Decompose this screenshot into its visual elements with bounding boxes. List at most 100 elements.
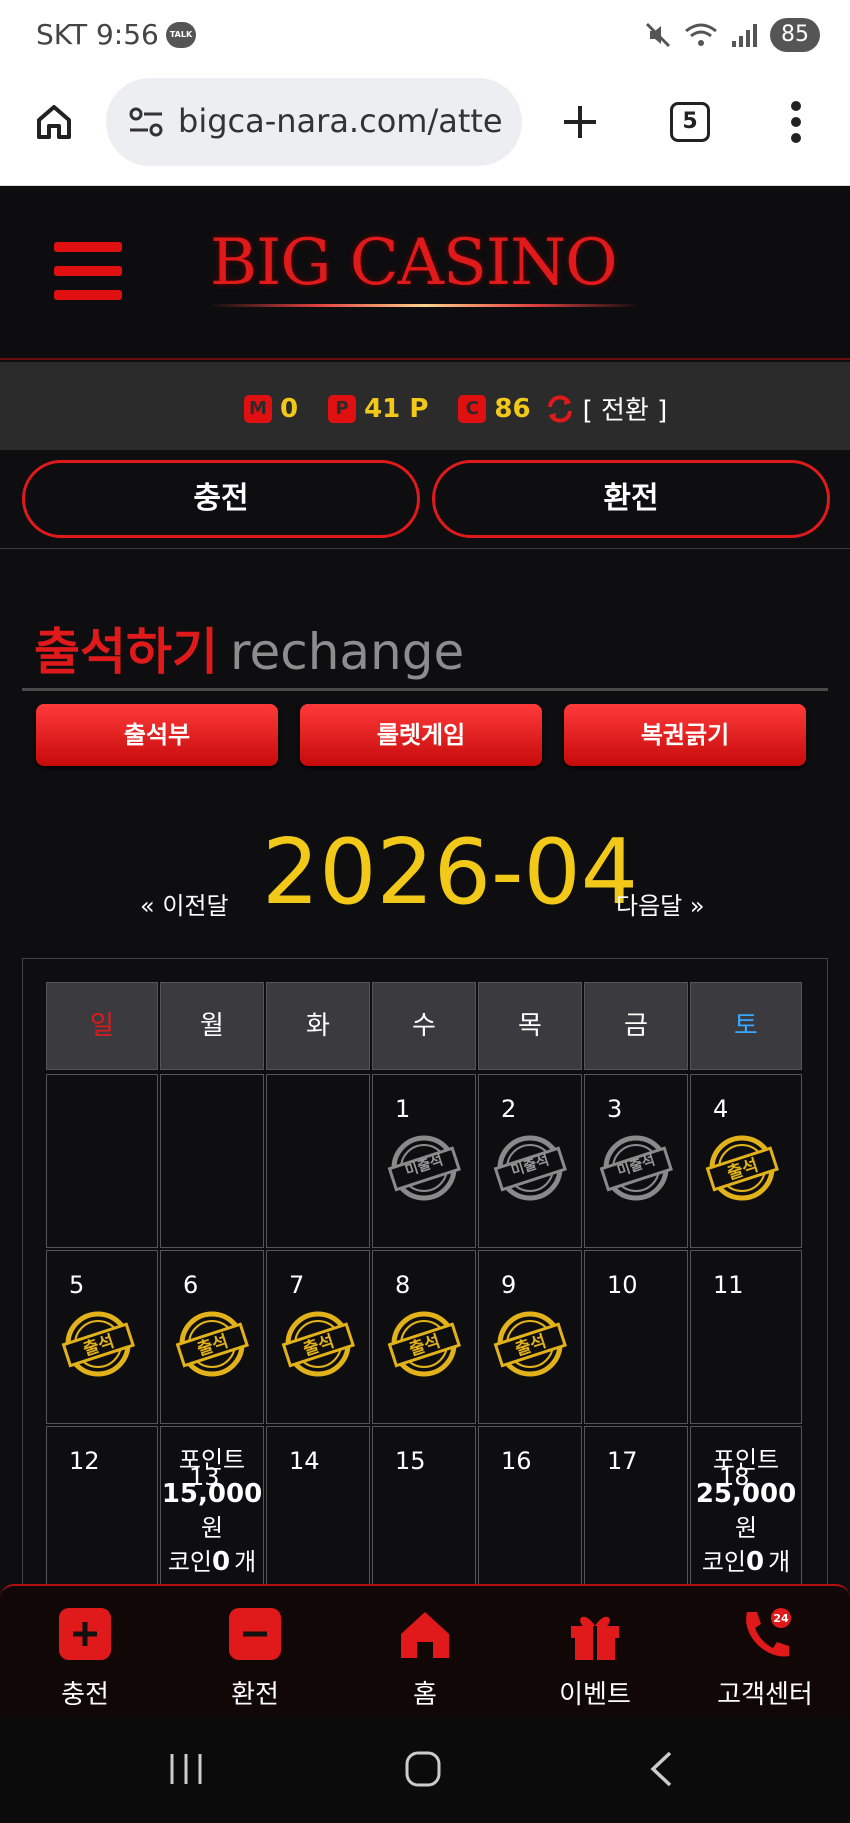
calendar-day-cell[interactable] (266, 1074, 370, 1248)
day-number: 5 (69, 1271, 85, 1299)
calendar-day-cell[interactable]: 포인트 25,000 원 코인0 개 18 (690, 1426, 802, 1586)
nav-charge[interactable]: 충전 (0, 1586, 170, 1718)
calendar-day-cell[interactable] (46, 1074, 158, 1248)
calendar-day-cell[interactable]: 16 (478, 1426, 582, 1586)
money-badge: M (244, 394, 272, 423)
day-number: 6 (183, 1271, 199, 1299)
url-text[interactable]: bigca-nara.com/atte (178, 102, 508, 140)
nav-event[interactable]: 이벤트 (510, 1586, 680, 1718)
calendar-day-cell[interactable]: 5 출석 (46, 1250, 158, 1424)
reward-unit: 원 (200, 1514, 224, 1542)
coin-unit: 개 (768, 1548, 791, 1576)
nav-label: 이벤트 (559, 1680, 631, 1710)
tab-roulette[interactable]: 룰렛게임 (300, 704, 542, 766)
tab-lottery[interactable]: 복권긁기 (564, 704, 806, 766)
coin-value: 0 (745, 1547, 765, 1577)
back-icon[interactable] (648, 1750, 674, 1788)
current-month: 2026-04 (262, 820, 639, 925)
weekday-header: 목 (478, 982, 582, 1070)
day-number: 4 (713, 1095, 729, 1123)
nav-label: 충전 (61, 1680, 109, 1710)
charge-button[interactable]: 충전 (22, 460, 420, 538)
coin-value: 86 (494, 393, 531, 424)
calendar-day-cell[interactable]: 4 출석 (690, 1074, 802, 1248)
site-header: BIG CASINO (0, 186, 850, 360)
system-navigation-bar (0, 1716, 850, 1823)
plus-icon (59, 1608, 111, 1660)
calendar-day-cell[interactable]: 3 미출석 (584, 1074, 688, 1248)
signal-icon (732, 24, 757, 47)
recent-apps-icon[interactable] (168, 1752, 204, 1786)
prev-month-link[interactable]: « 이전달 (140, 886, 229, 921)
reward-coin: 코인0 개 (161, 1545, 263, 1579)
calendar-day-cell[interactable]: 10 (584, 1250, 688, 1424)
menu-icon[interactable] (54, 242, 122, 302)
calendar-day-cell[interactable] (160, 1074, 264, 1248)
nav-label: 환전 (231, 1680, 279, 1710)
day-number: 17 (607, 1447, 638, 1475)
day-number: 9 (501, 1271, 517, 1299)
weekday-header: 수 (372, 982, 476, 1070)
calendar-day-cell[interactable]: 1 미출석 (372, 1074, 476, 1248)
calendar-day-cell[interactable]: 15 (372, 1426, 476, 1586)
calendar-day-cell[interactable]: 8 출석 (372, 1250, 476, 1424)
calendar-day-cell[interactable]: 6 출석 (160, 1250, 264, 1424)
nav-label: 고객센터 (717, 1680, 813, 1710)
day-number: 16 (501, 1447, 532, 1475)
site-logo[interactable]: BIG CASINO (210, 226, 618, 300)
home-icon (401, 1612, 449, 1658)
mute-icon (645, 22, 671, 48)
calendar-day-cell[interactable]: 14 (266, 1426, 370, 1586)
calendar-day-cell[interactable]: 12 (46, 1426, 158, 1586)
month-navigation: « 이전달 2026-04 다음달 » (0, 820, 850, 930)
title-divider (22, 688, 828, 691)
weekday-header: 월 (160, 982, 264, 1070)
coin-unit: 개 (234, 1548, 257, 1576)
logo-underline (210, 304, 640, 307)
nav-exchange[interactable]: 환전 (170, 1586, 340, 1718)
home-button-icon[interactable] (404, 1750, 442, 1788)
day-number: 1 (395, 1095, 411, 1123)
calendar-day-cell[interactable]: 7 출석 (266, 1250, 370, 1424)
status-bar: SKT 9:56 TALK 85 (0, 0, 850, 72)
calendar-day-cell[interactable]: 포인트 15,000 원 코인0 개 13 (160, 1426, 264, 1586)
exchange-button[interactable]: 환전 (432, 460, 830, 538)
calendar-day-cell[interactable]: 17 (584, 1426, 688, 1586)
bottom-navigation: 충전 환전 홈 이벤트 24 고객센터 (0, 1584, 850, 1716)
weekday-header: 일 (46, 982, 158, 1070)
new-tab-icon[interactable] (560, 102, 600, 142)
day-number: 8 (395, 1271, 411, 1299)
nav-customer-center[interactable]: 24 고객센터 (680, 1586, 850, 1718)
day-number: 12 (69, 1447, 100, 1475)
day-number: 7 (289, 1271, 305, 1299)
money-value: 0 (280, 393, 299, 424)
site-settings-icon[interactable] (128, 106, 164, 138)
nav-home[interactable]: 홈 (340, 1586, 510, 1718)
address-bar[interactable]: bigca-nara.com/atte (106, 78, 522, 166)
home-icon[interactable] (34, 102, 74, 142)
status-time: SKT 9:56 (36, 18, 159, 51)
weekday-header: 금 (584, 982, 688, 1070)
page-subtitle: rechange (230, 623, 465, 681)
refresh-icon[interactable] (545, 394, 575, 424)
point-badge: P (328, 394, 357, 423)
page-title-text: 출석하기 (34, 623, 218, 681)
next-month-link[interactable]: 다음달 » (616, 886, 705, 921)
divider (0, 548, 850, 549)
day-number: 13 (189, 1463, 220, 1491)
calendar-day-cell[interactable]: 2 미출석 (478, 1074, 582, 1248)
weekday-header: 토 (690, 982, 802, 1070)
tab-attendance[interactable]: 출석부 (36, 704, 278, 766)
coin-value: 0 (211, 1547, 231, 1577)
calendar-day-cell[interactable]: 9 출석 (478, 1250, 582, 1424)
switch-link[interactable]: [ 전환 ] (583, 390, 668, 427)
coin-prefix: 코인 (701, 1548, 746, 1576)
kakaotalk-icon: TALK (166, 22, 196, 48)
day-number: 10 (607, 1271, 638, 1299)
calendar-day-cell[interactable]: 11 (690, 1250, 802, 1424)
more-options-icon[interactable] (780, 98, 812, 146)
day-number: 3 (607, 1095, 623, 1123)
gift-icon (571, 1616, 619, 1660)
tab-switcher-button[interactable]: 5 (670, 102, 710, 142)
minus-icon (229, 1608, 281, 1660)
